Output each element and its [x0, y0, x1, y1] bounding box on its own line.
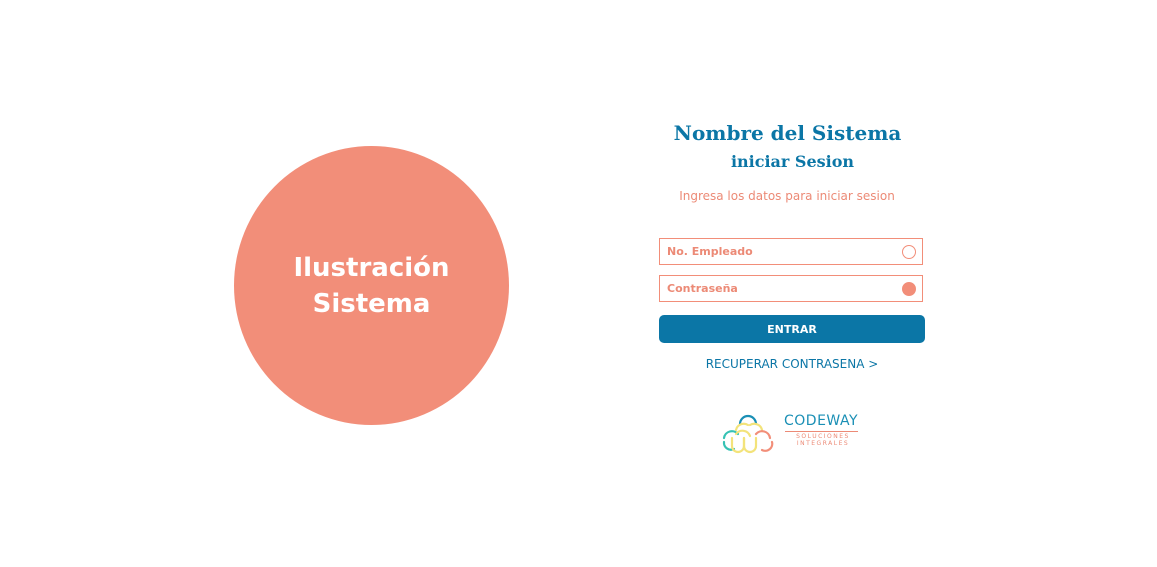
- circle-outline-icon: [902, 244, 916, 259]
- circle-filled-icon[interactable]: [902, 281, 916, 296]
- password-input[interactable]: [667, 282, 902, 295]
- recover-password-link[interactable]: RECUPERAR CONTRASENA >: [659, 355, 925, 373]
- illustration-label-line1: Ilustración: [293, 252, 450, 283]
- codeway-logo-divider: [785, 431, 858, 432]
- codeway-logo-tagline-line1: SOLUCIONES: [796, 433, 850, 440]
- codeway-logo-tagline-line2: INTEGRALES: [796, 440, 850, 447]
- employee-number-field[interactable]: [659, 238, 923, 265]
- codeway-logo-mark-icon: [722, 414, 774, 454]
- codeway-logo: CODEWAY SOLUCIONES INTEGRALES: [712, 408, 872, 456]
- illustration-placeholder: Ilustración Sistema: [234, 146, 509, 425]
- codeway-logo-tagline: SOLUCIONES INTEGRALES: [785, 433, 861, 447]
- system-title: Nombre del Sistema: [673, 121, 902, 145]
- login-subtitle: iniciar Sesion: [730, 152, 855, 171]
- login-button[interactable]: ENTRAR: [659, 315, 925, 343]
- employee-number-input[interactable]: [667, 245, 902, 258]
- password-field[interactable]: [659, 275, 923, 302]
- codeway-logo-name: CODEWAY: [784, 413, 859, 429]
- login-hint: Ingresa los datos para iniciar sesion: [679, 189, 895, 203]
- illustration-label-line2: Sistema: [312, 288, 431, 319]
